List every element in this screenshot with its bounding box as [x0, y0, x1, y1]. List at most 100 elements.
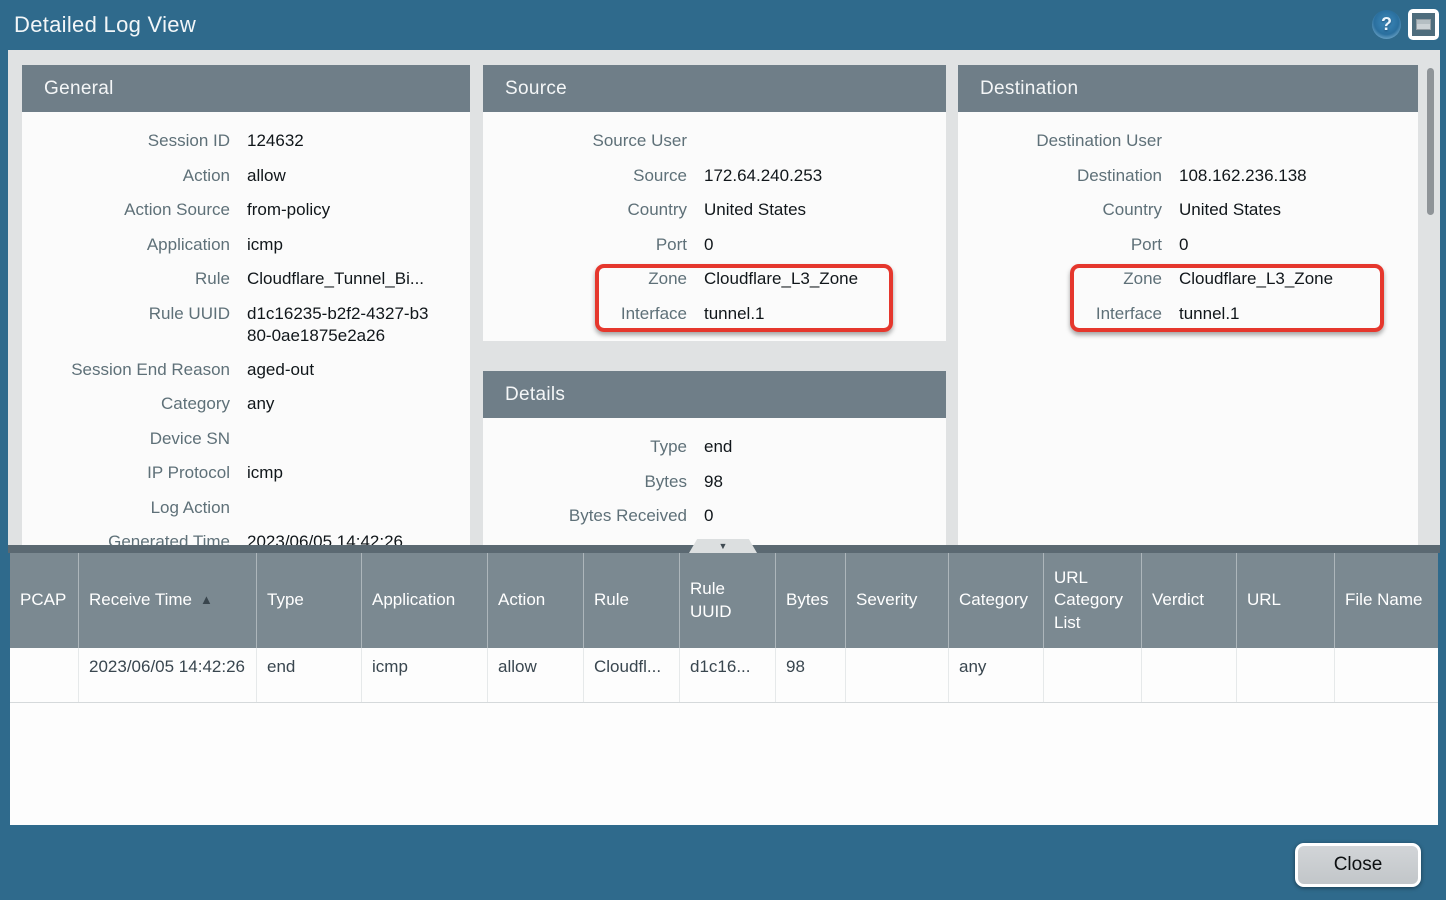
column-header-label: Rule UUID: [690, 578, 765, 622]
cell-pcap: [10, 648, 78, 702]
field-label: Rule: [22, 262, 230, 297]
column-header-application[interactable]: Application: [361, 553, 487, 648]
field-label: Source: [483, 159, 687, 194]
field-value: icmp: [230, 228, 283, 263]
source-panel: Source Source User Source172.64.240.253 …: [483, 65, 946, 341]
details-panel-body: Typeend Bytes98 Bytes Received0: [483, 418, 946, 534]
field-value: 0: [687, 499, 713, 534]
column-header-rule-uuid[interactable]: Rule UUID: [679, 553, 775, 648]
vertical-scrollbar-thumb[interactable]: [1427, 68, 1434, 215]
column-header-rule[interactable]: Rule: [583, 553, 679, 648]
column-header-url[interactable]: URL: [1236, 553, 1334, 648]
field-label: Interface: [483, 297, 687, 332]
field-row-device-sn: Device SN: [22, 422, 470, 457]
field-row-rule: RuleCloudflare_Tunnel_Bi...: [22, 262, 470, 297]
field-row-generated-time: Generated Time2023/06/05 14:42:26: [22, 525, 470, 545]
field-label: Source User: [483, 124, 687, 159]
column-header-bytes[interactable]: Bytes: [775, 553, 845, 648]
field-value: 124632: [230, 124, 304, 159]
close-button-label: Close: [1334, 854, 1383, 876]
field-row-destination-interface: Interfacetunnel.1: [958, 297, 1418, 332]
column-header-label: URL: [1247, 589, 1281, 611]
field-label: Zone: [483, 262, 687, 297]
column-header-category[interactable]: Category: [948, 553, 1043, 648]
column-header-severity[interactable]: Severity: [845, 553, 948, 648]
field-value: tunnel.1: [1162, 297, 1240, 332]
cell-application: icmp: [361, 648, 487, 702]
column-header-url-category-list[interactable]: URL Category List: [1043, 553, 1141, 648]
field-row-type: Typeend: [483, 430, 946, 465]
help-icon[interactable]: ?: [1372, 10, 1401, 39]
sort-ascending-icon: ▲: [200, 592, 213, 609]
log-entries-table: PCAP Receive Time ▲ Type Application Acti…: [10, 553, 1438, 825]
column-header-label: Type: [267, 589, 304, 611]
field-row-destination-user: Destination User: [958, 124, 1418, 159]
field-label: Zone: [958, 262, 1162, 297]
field-label: Category: [22, 387, 230, 422]
field-label: IP Protocol: [22, 456, 230, 491]
field-label: Action Source: [22, 193, 230, 228]
window-restore-icon[interactable]: [1408, 9, 1439, 40]
field-row-source-port: Port0: [483, 228, 946, 263]
cell-category: any: [948, 648, 1043, 702]
details-panel-header: Details: [483, 371, 946, 418]
detailed-log-view-dialog: Detailed Log View ? General Session ID12…: [0, 0, 1446, 900]
field-label: Session ID: [22, 124, 230, 159]
field-label: Application: [22, 228, 230, 263]
column-header-label: Severity: [856, 589, 917, 611]
field-label: Type: [483, 430, 687, 465]
field-label: Rule UUID: [22, 297, 230, 332]
field-value: Cloudflare_Tunnel_Bi...: [230, 262, 424, 297]
field-value: Cloudflare_L3_Zone: [687, 262, 858, 297]
column-header-label: Action: [498, 589, 545, 611]
destination-panel-body: Destination User Destination108.162.236.…: [958, 112, 1418, 331]
field-row-source-interface: Interfacetunnel.1: [483, 297, 946, 332]
field-row-session-end-reason: Session End Reasonaged-out: [22, 353, 470, 388]
field-row-action-source: Action Sourcefrom-policy: [22, 193, 470, 228]
cell-verdict: [1141, 648, 1236, 702]
cell-file-name: [1334, 648, 1438, 702]
column-header-type[interactable]: Type: [256, 553, 361, 648]
column-header-label: Verdict: [1152, 589, 1204, 611]
field-value: end: [687, 430, 732, 465]
field-value: 98: [687, 465, 723, 500]
cell-url: [1236, 648, 1334, 702]
field-row-destination-country: CountryUnited States: [958, 193, 1418, 228]
field-label: Port: [958, 228, 1162, 263]
dialog-title: Detailed Log View: [0, 12, 196, 38]
cell-severity: [845, 648, 948, 702]
destination-panel: Destination Destination User Destination…: [958, 65, 1418, 545]
field-value: 0: [687, 228, 713, 263]
column-header-file-name[interactable]: File Name: [1334, 553, 1438, 648]
cell-rule: Cloudfl...: [583, 648, 679, 702]
field-value: Cloudflare_L3_Zone: [1162, 262, 1333, 297]
general-panel: General Session ID124632 Actionallow Act…: [22, 65, 470, 545]
field-row-rule-uuid: Rule UUIDd1c16235-b2f2-4327-b380-0ae1875…: [22, 297, 470, 353]
field-row-source-user: Source User: [483, 124, 946, 159]
column-header-pcap[interactable]: PCAP: [10, 553, 78, 648]
log-table-row[interactable]: 2023/06/05 14:42:26 end icmp allow Cloud…: [10, 648, 1438, 703]
close-button[interactable]: Close: [1295, 843, 1421, 887]
field-label: Device SN: [22, 422, 230, 457]
column-header-action[interactable]: Action: [487, 553, 583, 648]
column-header-label: Category: [959, 589, 1028, 611]
field-label: Log Action: [22, 491, 230, 526]
general-panel-header: General: [22, 65, 470, 112]
field-label: Port: [483, 228, 687, 263]
column-header-verdict[interactable]: Verdict: [1141, 553, 1236, 648]
source-panel-header: Source: [483, 65, 946, 112]
field-label: Bytes: [483, 465, 687, 500]
splitter-collapse-handle[interactable]: ▼: [689, 539, 757, 553]
field-value: United States: [1162, 193, 1281, 228]
field-row-log-action: Log Action: [22, 491, 470, 526]
column-header-label: File Name: [1345, 589, 1422, 611]
window-restore-icon-rect: [1416, 19, 1431, 30]
column-header-receive-time[interactable]: Receive Time ▲: [78, 553, 256, 648]
field-row-action: Actionallow: [22, 159, 470, 194]
column-header-label: Receive Time: [89, 589, 192, 611]
field-value: 2023/06/05 14:42:26: [230, 525, 403, 545]
field-label: Country: [958, 193, 1162, 228]
column-header-label: Application: [372, 589, 455, 611]
cell-receive-time: 2023/06/05 14:42:26: [78, 648, 256, 702]
field-row-source-country: CountryUnited States: [483, 193, 946, 228]
